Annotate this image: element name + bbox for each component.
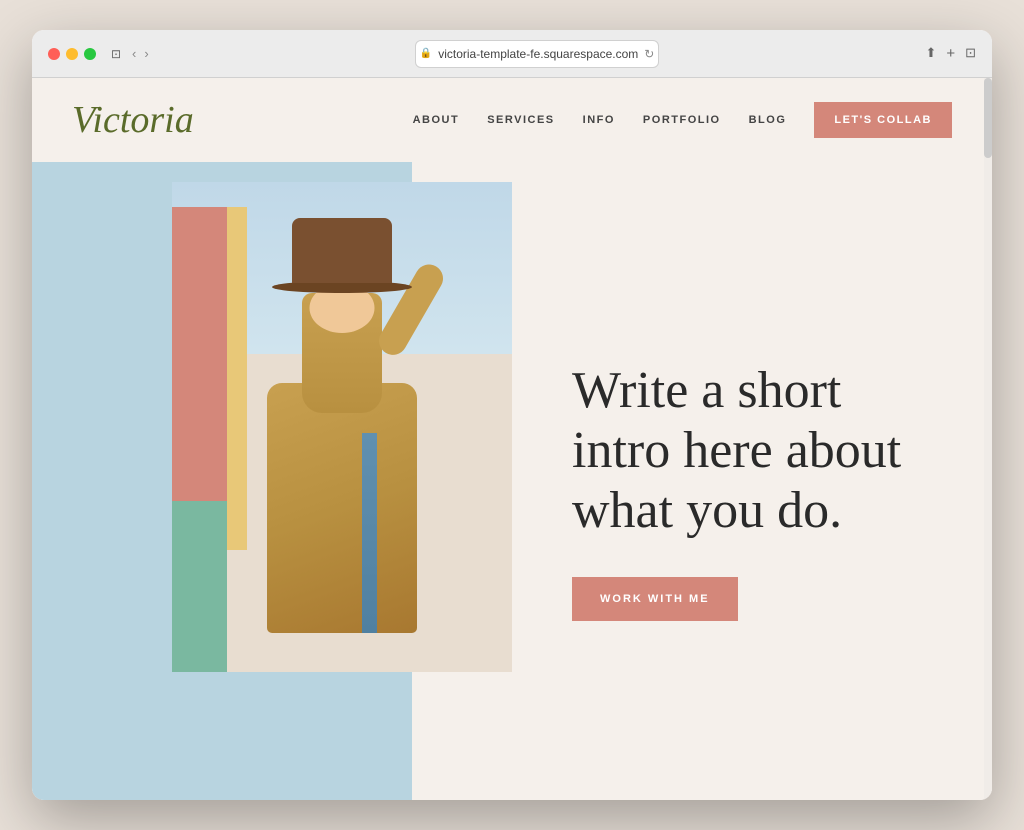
photo-simulation bbox=[172, 182, 512, 672]
work-with-me-button[interactable]: WORK WITH ME bbox=[572, 577, 738, 621]
nav-cta-button[interactable]: LET'S COLLAB bbox=[814, 102, 952, 138]
hero-photo bbox=[172, 182, 512, 672]
site-nav: ABOUT SERVICES INFO PORTFOLIO BLOG LET'S… bbox=[413, 102, 952, 138]
maximize-button[interactable] bbox=[84, 48, 96, 60]
site-header: Victoria ABOUT SERVICES INFO PORTFOLIO B… bbox=[32, 78, 992, 162]
building-gold-trim bbox=[227, 207, 247, 550]
minimize-button[interactable] bbox=[66, 48, 78, 60]
browser-controls: ⊡ ‹ › bbox=[108, 46, 149, 62]
hero-right-content: Write a short intro here about what you … bbox=[552, 162, 992, 800]
lock-icon: 🔒 bbox=[420, 48, 432, 59]
traffic-lights bbox=[48, 48, 96, 60]
reload-icon[interactable]: ↻ bbox=[644, 47, 654, 61]
nav-blog[interactable]: BLOG bbox=[749, 114, 787, 126]
share-icon[interactable]: ⬆ bbox=[925, 45, 936, 62]
building-teal bbox=[172, 501, 227, 673]
hero-headline: Write a short intro here about what you … bbox=[572, 361, 942, 540]
nav-services[interactable]: SERVICES bbox=[487, 114, 554, 126]
hero-section: Write a short intro here about what you … bbox=[32, 162, 992, 800]
site-wrapper: Victoria ABOUT SERVICES INFO PORTFOLIO B… bbox=[32, 78, 992, 800]
nav-about[interactable]: ABOUT bbox=[413, 114, 460, 126]
new-tab-icon[interactable]: + bbox=[946, 45, 955, 62]
window-icon[interactable]: ⊡ bbox=[108, 46, 124, 62]
duplicate-icon[interactable]: ⊡ bbox=[965, 45, 976, 62]
browser-content: Victoria ABOUT SERVICES INFO PORTFOLIO B… bbox=[32, 78, 992, 800]
person-coat bbox=[267, 383, 417, 633]
hat-crown bbox=[292, 218, 392, 283]
bag-strap bbox=[362, 433, 377, 633]
nav-portfolio[interactable]: PORTFOLIO bbox=[643, 114, 721, 126]
browser-actions: ⬆ + ⊡ bbox=[925, 45, 976, 62]
nav-info[interactable]: INFO bbox=[583, 114, 615, 126]
browser-window: ⊡ ‹ › 🔒 victoria-template-fe.squarespace… bbox=[32, 30, 992, 800]
back-button[interactable]: ‹ bbox=[132, 46, 136, 61]
browser-chrome: ⊡ ‹ › 🔒 victoria-template-fe.squarespace… bbox=[32, 30, 992, 78]
site-logo[interactable]: Victoria bbox=[72, 98, 413, 142]
close-button[interactable] bbox=[48, 48, 60, 60]
address-bar[interactable]: 🔒 victoria-template-fe.squarespace.com ↻ bbox=[415, 40, 659, 68]
forward-button[interactable]: › bbox=[144, 46, 148, 61]
url-text: victoria-template-fe.squarespace.com bbox=[438, 47, 638, 61]
